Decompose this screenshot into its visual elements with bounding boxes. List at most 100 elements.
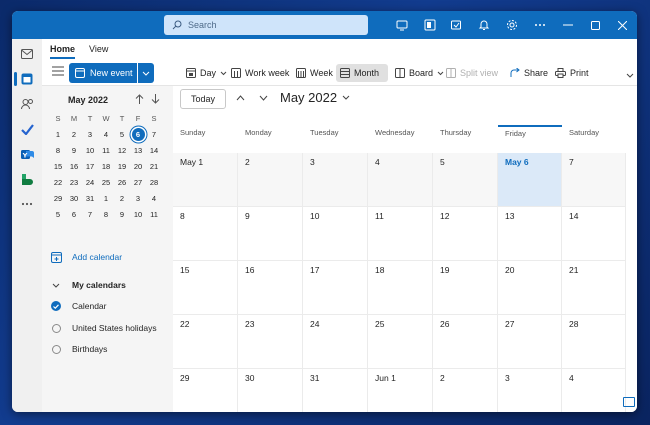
- checkmark-icon[interactable]: [51, 301, 61, 311]
- mini-day[interactable]: 8: [50, 143, 66, 159]
- gear-icon[interactable]: [504, 17, 520, 33]
- mini-day[interactable]: 10: [82, 143, 98, 159]
- mini-day[interactable]: 9: [114, 207, 130, 223]
- calendar-day-cell[interactable]: 17: [303, 261, 368, 315]
- meet-now-icon[interactable]: [394, 17, 410, 33]
- mini-day[interactable]: 5: [114, 127, 130, 143]
- mini-day[interactable]: 2: [66, 127, 82, 143]
- calendar-day-cell[interactable]: 4: [562, 369, 626, 412]
- calendar-day-cell[interactable]: 5: [433, 153, 498, 207]
- people-icon[interactable]: [18, 95, 36, 113]
- mini-day[interactable]: 18: [98, 159, 114, 175]
- calendar-day-cell[interactable]: 28: [562, 315, 626, 369]
- calendar-day-cell[interactable]: 27: [498, 315, 562, 369]
- new-event-button[interactable]: New event: [69, 63, 137, 83]
- hamburger-icon[interactable]: [52, 66, 66, 80]
- calendar-day-cell[interactable]: 2: [238, 153, 303, 207]
- mini-day[interactable]: 14: [146, 143, 162, 159]
- panel-toggle-icon[interactable]: [623, 397, 635, 407]
- month-title[interactable]: May 2022: [280, 90, 350, 105]
- mini-day[interactable]: 5: [50, 207, 66, 223]
- mini-day[interactable]: 12: [114, 143, 130, 159]
- tab-home[interactable]: Home: [50, 44, 76, 59]
- calendar-day-cell[interactable]: 13: [498, 207, 562, 261]
- mini-day[interactable]: 7: [146, 127, 162, 143]
- mini-day[interactable]: 24: [82, 175, 98, 191]
- mini-day[interactable]: 21: [146, 159, 162, 175]
- calendar-item-birthdays[interactable]: Birthdays: [50, 343, 107, 355]
- mini-day[interactable]: 15: [50, 159, 66, 175]
- mini-day[interactable]: 31: [82, 191, 98, 207]
- calendar-day-cell[interactable]: 3: [303, 153, 368, 207]
- mini-day[interactable]: 26: [114, 175, 130, 191]
- mini-day[interactable]: 1: [50, 127, 66, 143]
- calendar-day-cell[interactable]: 7: [562, 153, 626, 207]
- scrollbar[interactable]: [633, 125, 637, 412]
- mini-day[interactable]: 13: [130, 143, 146, 159]
- mini-day[interactable]: 25: [98, 175, 114, 191]
- todo-check-icon[interactable]: [18, 120, 36, 138]
- add-calendar-link[interactable]: Add calendar: [50, 251, 122, 263]
- mini-day[interactable]: 30: [66, 191, 82, 207]
- ribbon-collapse-icon[interactable]: [626, 70, 634, 80]
- calendar-day-cell[interactable]: 14: [562, 207, 626, 261]
- yammer-icon[interactable]: Y: [18, 145, 36, 163]
- calendar-day-cell[interactable]: 15: [173, 261, 238, 315]
- mini-day-selected[interactable]: 6: [130, 127, 146, 143]
- more-icon[interactable]: [532, 17, 548, 33]
- mini-calendar-title[interactable]: May 2022: [68, 95, 108, 105]
- bookings-icon[interactable]: [18, 170, 36, 188]
- mini-day[interactable]: 28: [146, 175, 162, 191]
- previous-month-icon[interactable]: [233, 91, 247, 105]
- calendar-item-calendar[interactable]: Calendar: [50, 300, 107, 312]
- calendar-day-cell[interactable]: 3: [498, 369, 562, 412]
- mini-day[interactable]: 8: [98, 207, 114, 223]
- mini-day[interactable]: 2: [114, 191, 130, 207]
- calendar-day-cell[interactable]: 8: [173, 207, 238, 261]
- next-month-icon[interactable]: [256, 91, 270, 105]
- todo-icon[interactable]: [448, 17, 464, 33]
- minimize-icon[interactable]: [558, 17, 578, 33]
- calendar-day-cell[interactable]: 19: [433, 261, 498, 315]
- mini-prev-month-icon[interactable]: [133, 92, 145, 106]
- mini-day[interactable]: 9: [66, 143, 82, 159]
- calendar-day-cell[interactable]: 9: [238, 207, 303, 261]
- calendar-day-cell[interactable]: 11: [368, 207, 433, 261]
- my-calendars-header[interactable]: My calendars: [50, 279, 126, 291]
- mini-day[interactable]: 3: [130, 191, 146, 207]
- calendar-day-cell[interactable]: 20: [498, 261, 562, 315]
- calendar-day-cell[interactable]: 30: [238, 369, 303, 412]
- office-icon[interactable]: [422, 17, 438, 33]
- radio-circle-icon[interactable]: [51, 344, 61, 354]
- mini-day[interactable]: 22: [50, 175, 66, 191]
- mini-day[interactable]: 27: [130, 175, 146, 191]
- new-event-dropdown[interactable]: [138, 63, 154, 83]
- search-box[interactable]: Search: [164, 15, 368, 35]
- mini-day[interactable]: 29: [50, 191, 66, 207]
- calendar-day-cell[interactable]: Jun 1: [368, 369, 433, 412]
- mini-day[interactable]: 1: [98, 191, 114, 207]
- calendar-icon[interactable]: [18, 70, 36, 88]
- mini-day[interactable]: 23: [66, 175, 82, 191]
- mini-next-month-icon[interactable]: [149, 92, 161, 106]
- calendar-day-cell[interactable]: 10: [303, 207, 368, 261]
- mini-day[interactable]: 7: [82, 207, 98, 223]
- week-button[interactable]: Week: [292, 64, 337, 82]
- calendar-day-cell[interactable]: 23: [238, 315, 303, 369]
- work-week-button[interactable]: Work week: [227, 64, 293, 82]
- mini-day[interactable]: 6: [66, 207, 82, 223]
- calendar-day-cell[interactable]: 22: [173, 315, 238, 369]
- calendar-day-cell[interactable]: 26: [433, 315, 498, 369]
- mini-day[interactable]: 16: [66, 159, 82, 175]
- calendar-day-cell[interactable]: 4: [368, 153, 433, 207]
- calendar-day-cell[interactable]: 2: [433, 369, 498, 412]
- calendar-day-cell[interactable]: 16: [238, 261, 303, 315]
- mini-day[interactable]: 19: [114, 159, 130, 175]
- mini-day[interactable]: 3: [82, 127, 98, 143]
- split-view-button[interactable]: Split view: [442, 64, 502, 82]
- mini-day[interactable]: 4: [146, 191, 162, 207]
- close-icon[interactable]: [612, 17, 632, 33]
- calendar-day-cell[interactable]: 12: [433, 207, 498, 261]
- maximize-icon[interactable]: [585, 17, 605, 33]
- month-button[interactable]: Month: [336, 64, 388, 82]
